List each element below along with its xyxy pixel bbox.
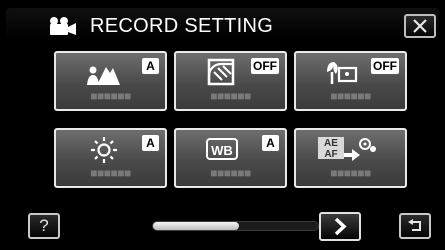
backlight-compensation-icon: [207, 58, 235, 86]
mode-badge: A: [142, 135, 159, 151]
help-button[interactable]: ?: [28, 213, 60, 239]
white-balance-icon: WB: [206, 138, 238, 160]
setting-value: ■■■■■■: [210, 89, 251, 103]
setting-value: ■■■■■■: [330, 166, 371, 180]
setting-value: ■■■■■■: [330, 89, 371, 103]
close-icon: [413, 19, 427, 33]
record-setting-screen: RECORD SETTING A ■■■■■■ OFF ■■■■■■ OFF ■…: [0, 0, 445, 250]
touch-priority-ae-af-icon: AE AF: [318, 137, 376, 161]
brightness-adjust-tile[interactable]: A ■■■■■■: [54, 128, 167, 188]
backlight-compensation-tile[interactable]: OFF ■■■■■■: [174, 51, 287, 111]
svg-text:WB: WB: [211, 143, 233, 158]
tele-macro-icon: [327, 62, 358, 84]
touch-priority-ae-af-tile[interactable]: AE AF ■■■■■■: [294, 128, 407, 188]
off-badge: OFF: [251, 58, 279, 74]
page-title: RECORD SETTING: [90, 15, 274, 37]
setting-value: ■■■■■■: [210, 166, 251, 180]
page-scrollbar[interactable]: [152, 221, 319, 231]
white-balance-tile[interactable]: WB A ■■■■■■: [174, 128, 287, 188]
close-button[interactable]: [404, 14, 436, 38]
tele-macro-tile[interactable]: OFF ■■■■■■: [294, 51, 407, 111]
return-button[interactable]: [399, 213, 431, 239]
setting-value: ■■■■■■: [90, 166, 131, 180]
mode-badge: A: [262, 135, 279, 151]
chevron-right-icon: [334, 217, 347, 236]
mode-badge: A: [142, 58, 159, 74]
svg-text:AF: AF: [324, 149, 337, 160]
header-bar: RECORD SETTING: [6, 8, 439, 40]
brightness-adjust-icon: [91, 137, 117, 163]
video-camera-icon: [50, 17, 76, 35]
next-page-button[interactable]: [319, 212, 361, 241]
scene-select-icon: [87, 66, 120, 85]
svg-text:AE: AE: [324, 138, 338, 149]
scene-select-tile[interactable]: A ■■■■■■: [54, 51, 167, 111]
off-badge: OFF: [371, 58, 399, 74]
return-icon: [408, 219, 421, 231]
scroll-thumb[interactable]: [153, 222, 239, 230]
setting-value: ■■■■■■: [90, 89, 131, 103]
